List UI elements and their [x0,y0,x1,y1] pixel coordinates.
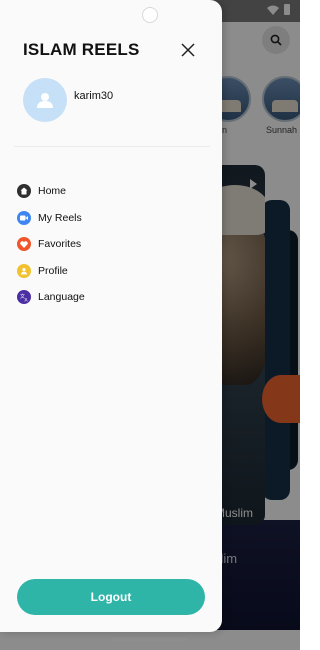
home-indicator[interactable] [111,638,189,641]
drawer-menu: Home My Reels Favorites Profile 文A Langu… [17,178,207,311]
avatar[interactable] [23,78,67,122]
close-button[interactable] [178,40,198,60]
heart-icon [17,237,31,252]
svg-text:A: A [24,297,28,301]
drawer-title: ISLAM REELS [23,40,140,59]
close-icon [181,43,195,57]
camera-cutout [142,7,158,23]
menu-item-label: Home [38,185,67,198]
translate-icon: 文A [17,290,31,305]
menu-item-label: Favorites [38,238,82,251]
menu-item-label: Profile [38,264,68,277]
user-icon [17,263,31,278]
username: karim30 [74,90,114,102]
menu-item-profile[interactable]: Profile [17,258,207,285]
menu-item-my-reels[interactable]: My Reels [17,205,207,232]
menu-item-label: Language [38,291,85,304]
user-avatar-icon [37,93,53,108]
divider [14,146,210,147]
navigation-drawer: ISLAM REELS karim30 Home My Reels Favori… [0,0,222,632]
menu-item-label: My Reels [38,211,82,224]
menu-item-home[interactable]: Home [17,178,207,205]
menu-item-favorites[interactable]: Favorites [17,231,207,258]
logout-button[interactable]: Logout [17,579,205,615]
menu-item-language[interactable]: 文A Language [17,284,207,311]
video-icon [17,210,31,225]
home-icon [17,184,31,199]
